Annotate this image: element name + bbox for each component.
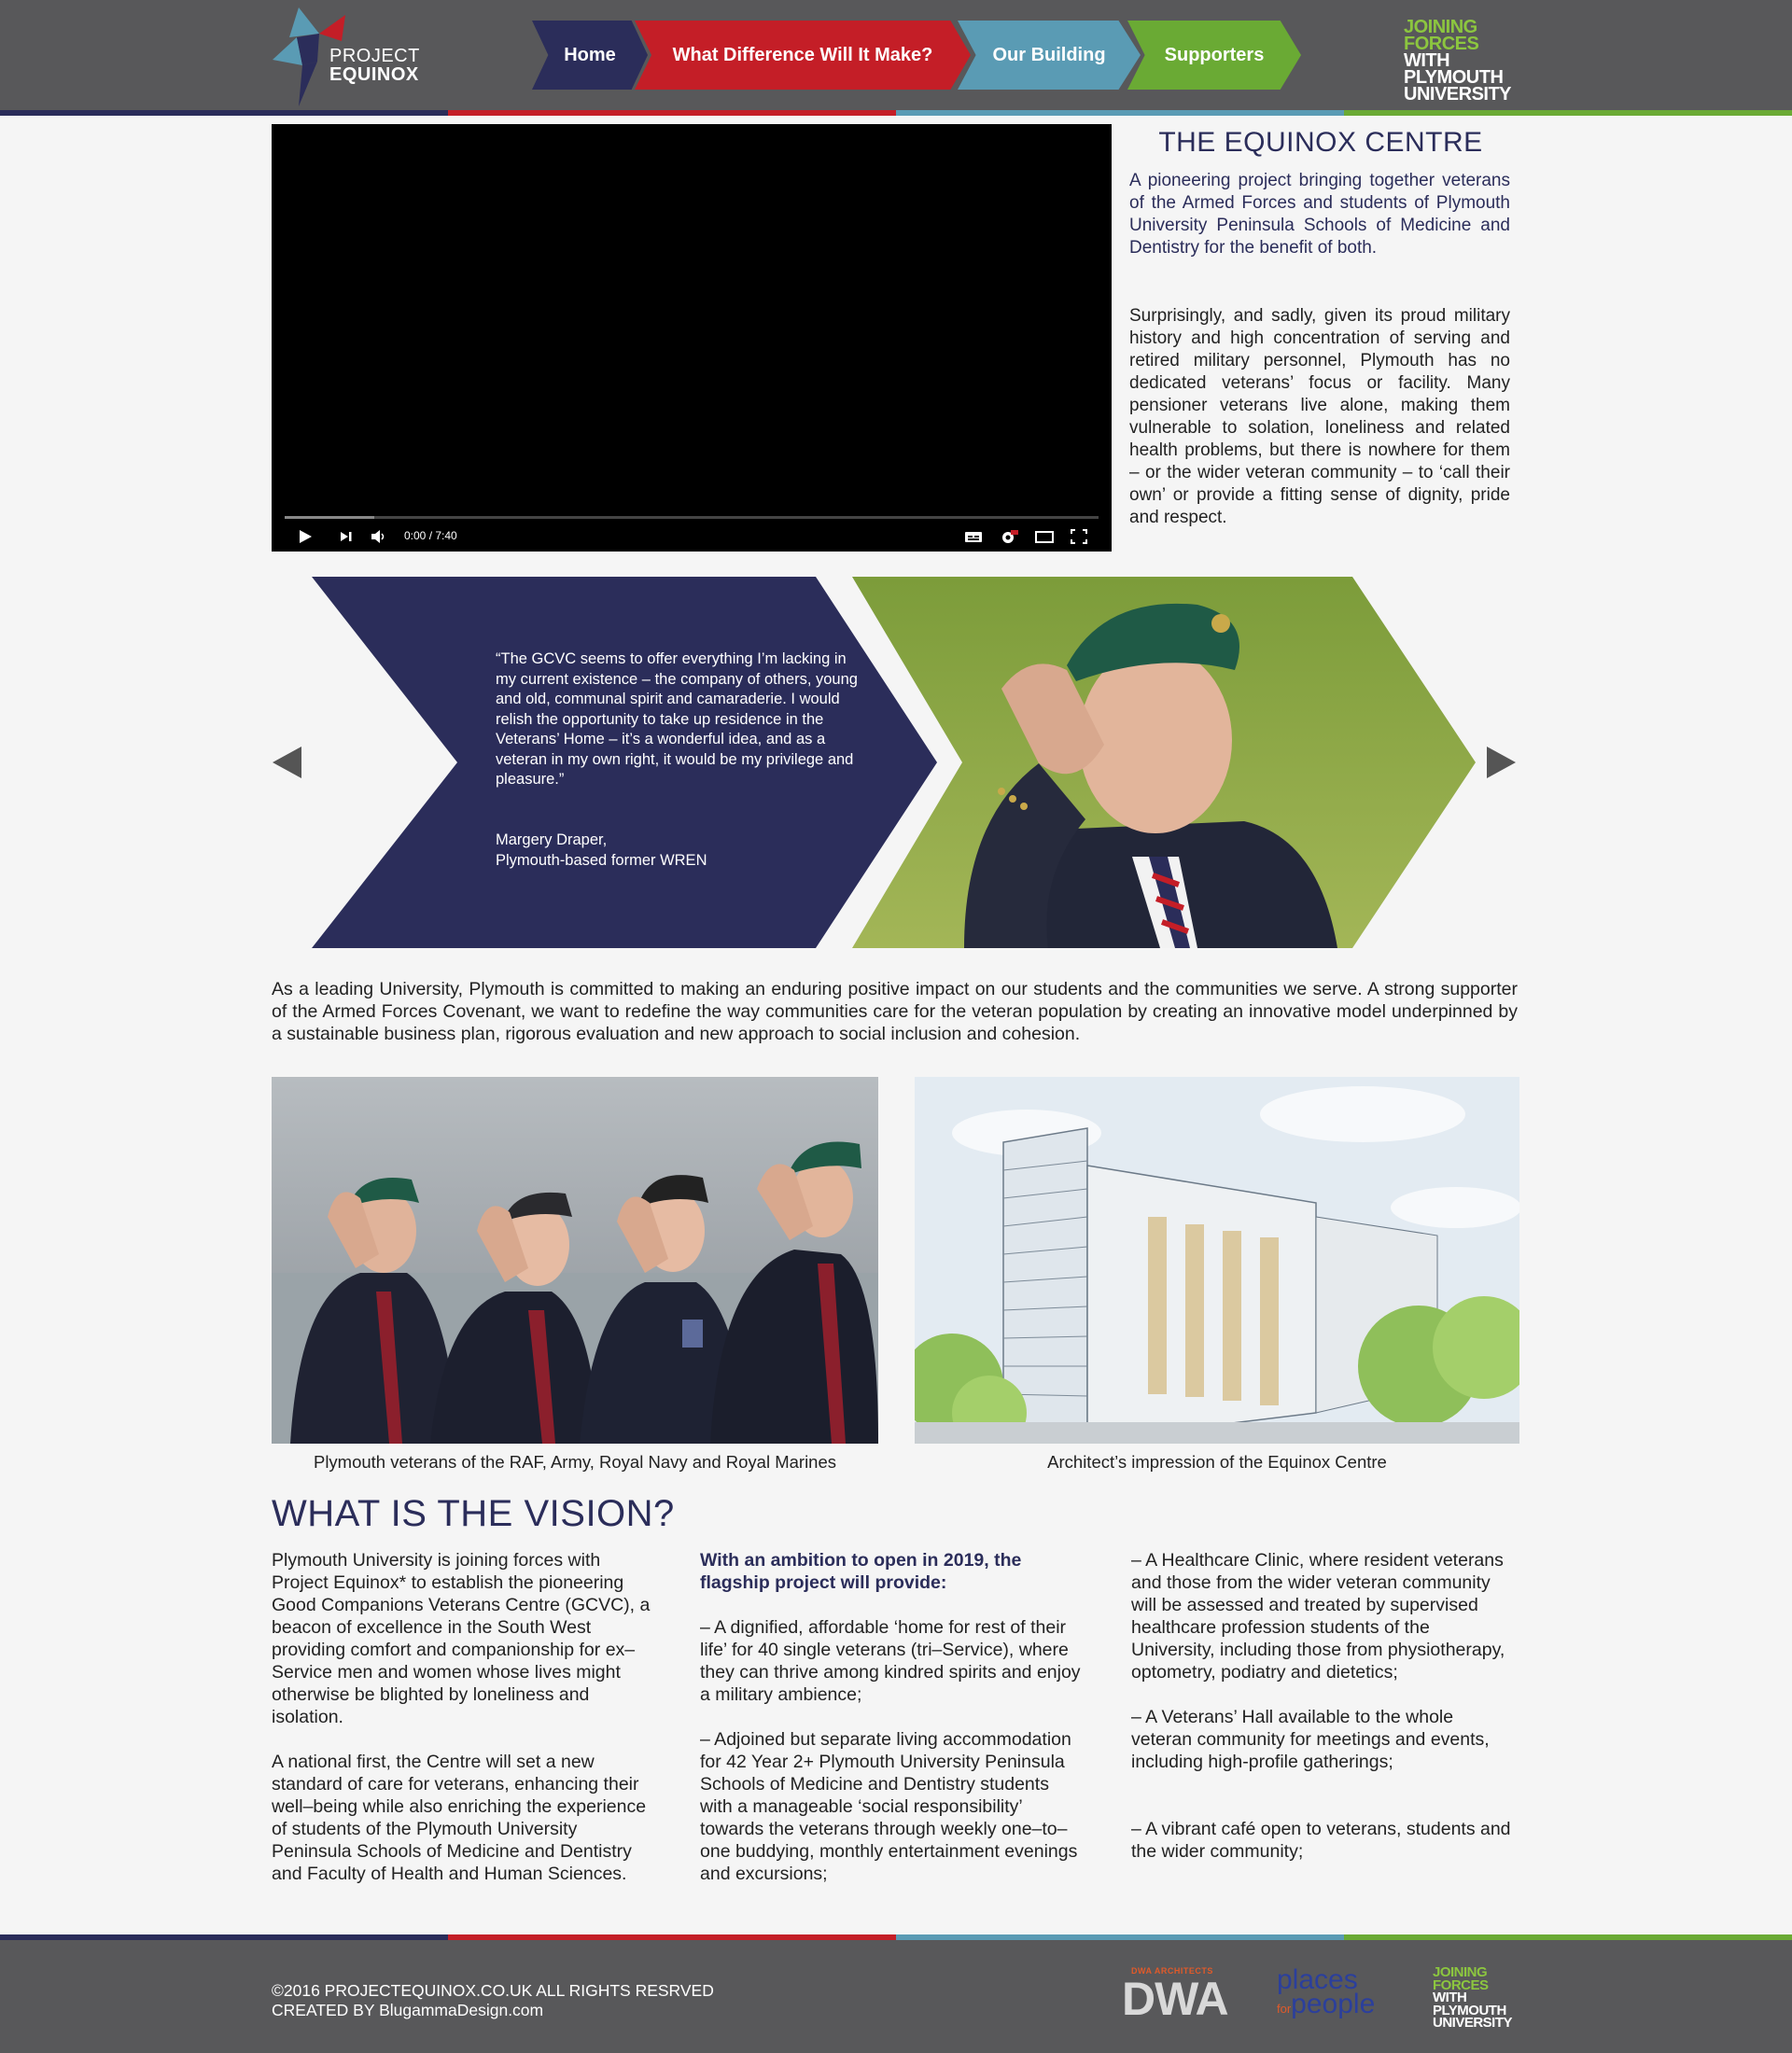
nav-home[interactable]: Home xyxy=(532,21,648,90)
video-progress-bar[interactable] xyxy=(285,516,1099,519)
copyright: ©2016 PROJECTEQUINOX.CO.UK ALL RIGHTS RE… xyxy=(272,1981,714,2020)
vision-col3-item: – A Healthcare Clinic, where resident ve… xyxy=(1131,1550,1505,1683)
settings-gear-icon[interactable] xyxy=(1000,529,1018,549)
lead-paragraph: As a leading University, Plymouth is com… xyxy=(272,979,1518,1044)
quote-author-role: Plymouth-based former WREN xyxy=(496,851,707,869)
veterans-salute-photo xyxy=(272,1077,878,1444)
places-for: for xyxy=(1277,2002,1292,2016)
nav-our-building[interactable]: Our Building xyxy=(958,21,1141,90)
places-people: people xyxy=(1291,1989,1376,2019)
centre-title: THE EQUINOX CENTRE xyxy=(1158,127,1483,158)
vision-col3-item: – A Veterans’ Hall available to the whol… xyxy=(1131,1707,1490,1772)
centre-intro: A pioneering project bringing together v… xyxy=(1129,171,1510,258)
jf-line-5: UNIVERSITY xyxy=(1433,2015,1513,2031)
vision-heading: WHAT IS THE VISION? xyxy=(272,1493,675,1534)
centre-body: Surprisingly, and sadly, given its proud… xyxy=(1129,306,1510,527)
logo-line-project: PROJECT xyxy=(329,46,420,66)
header-color-stripe xyxy=(0,110,1792,116)
vision-column-1: Plymouth University is joining forces wi… xyxy=(272,1549,654,1907)
video-time: 0:00 / 7:40 xyxy=(404,529,457,542)
logo-line-equinox: EQUINOX xyxy=(329,64,419,85)
saluting-veteran-photo xyxy=(852,577,1476,948)
slider-next-arrow-icon[interactable] xyxy=(1487,747,1516,778)
vision-col3-item: – A vibrant café open to veterans, stude… xyxy=(1131,1819,1511,1862)
footer-color-stripe xyxy=(0,1934,1792,1940)
next-icon[interactable] xyxy=(339,529,354,547)
theater-mode-icon[interactable] xyxy=(1035,529,1054,547)
site-footer: ©2016 PROJECTEQUINOX.CO.UK ALL RIGHTS RE… xyxy=(0,1934,1792,2053)
captions-icon[interactable] xyxy=(964,529,983,547)
project-equinox-logo[interactable]: PROJECT EQUINOX xyxy=(271,6,439,108)
vision-col2-item: – Adjoined but separate living accommoda… xyxy=(700,1729,1078,1884)
site-header: PROJECT EQUINOX Home What Difference Wil… xyxy=(0,0,1792,116)
nav-what-difference[interactable]: What Difference Will It Make? xyxy=(635,21,971,90)
dwa-architects-logo[interactable]: DWA ARCHITECTS DWA xyxy=(1122,1966,1247,2032)
fullscreen-icon[interactable] xyxy=(1071,529,1087,547)
vision-col1-para: A national first, the Centre will set a … xyxy=(272,1752,647,1884)
joining-forces-footer-logo[interactable]: JOINING FORCES WITH PLYMOUTH UNIVERSITY xyxy=(1433,1965,1513,2031)
vision-col2-lead: With an ambition to open in 2019, the fl… xyxy=(700,1550,1022,1593)
video-player[interactable]: 0:00 / 7:40 xyxy=(272,124,1112,552)
vision-column-3: – A Healthcare Clinic, where resident ve… xyxy=(1131,1549,1514,1885)
places-for-people-logo[interactable]: places forpeople xyxy=(1277,1966,1376,2021)
jf-line-5: UNIVERSITY xyxy=(1404,84,1512,105)
vision-column-2: With an ambition to open in 2019, the fl… xyxy=(700,1549,1083,1907)
joining-forces-logo[interactable]: JOINING FORCES WITH PLYMOUTH UNIVERSITY xyxy=(1404,18,1512,105)
volume-icon[interactable] xyxy=(371,529,387,547)
architect-image-caption: Architect’s impression of the Equinox Ce… xyxy=(1047,1452,1387,1472)
play-icon[interactable] xyxy=(298,529,313,547)
quote-text: “The GCVC seems to offer everything I’m … xyxy=(496,650,858,788)
slider-prev-arrow-icon[interactable] xyxy=(273,747,301,778)
nav-supporters[interactable]: Supporters xyxy=(1127,21,1301,90)
credit-text[interactable]: CREATED BY BlugammaDesign.com xyxy=(272,2001,714,2020)
places-line-2: forpeople xyxy=(1277,1989,1376,2021)
copyright-text: ©2016 PROJECTEQUINOX.CO.UK ALL RIGHTS RE… xyxy=(272,1981,714,2000)
dwa-wordmark: DWA xyxy=(1122,1973,1229,2025)
quote-author-name: Margery Draper, xyxy=(496,831,608,848)
veterans-photo-caption: Plymouth veterans of the RAF, Army, Roya… xyxy=(313,1452,837,1472)
architect-impression-image xyxy=(915,1077,1519,1444)
logo-wordmark: PROJECT EQUINOX xyxy=(329,47,420,84)
quote-author: Margery Draper, Plymouth-based former WR… xyxy=(496,831,860,871)
vision-col2-item: – A dignified, affordable ‘home for rest… xyxy=(700,1617,1081,1705)
video-controls: 0:00 / 7:40 xyxy=(272,524,1112,552)
vision-col1-para: Plymouth University is joining forces wi… xyxy=(272,1550,651,1727)
